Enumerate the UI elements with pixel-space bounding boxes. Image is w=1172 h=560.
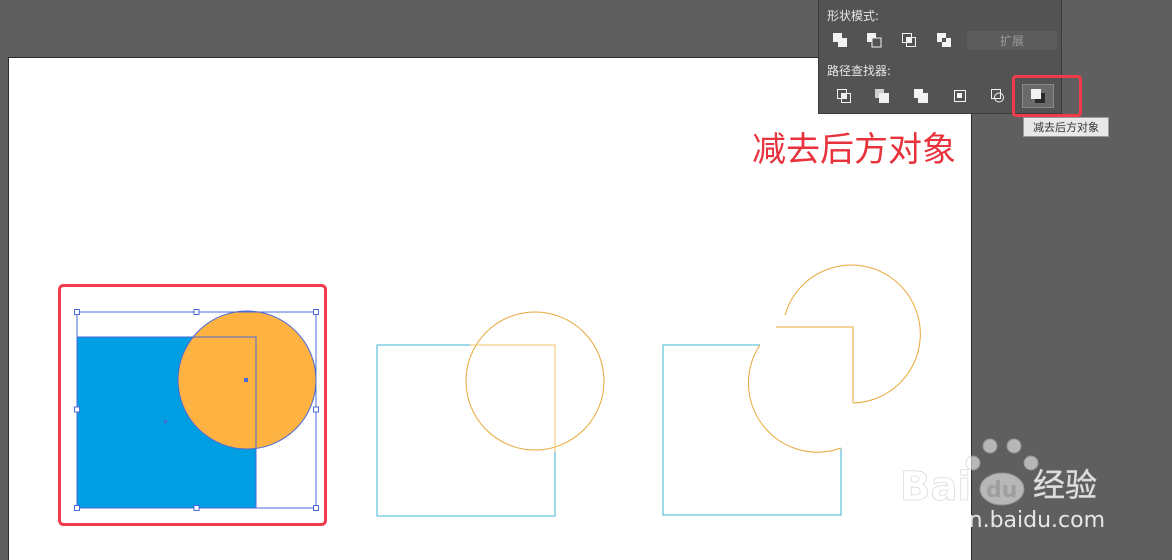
merge-button[interactable] <box>908 85 934 107</box>
annotation-caption: 减去后方对象 <box>752 130 956 170</box>
square-center-point <box>164 420 167 423</box>
unite-icon <box>833 33 847 47</box>
circle-center-point <box>244 378 248 382</box>
button-tooltip: 减去后方对象 <box>1023 117 1109 137</box>
crop-icon <box>954 90 966 102</box>
pathfinders-label: 路径查找器: <box>827 64 892 78</box>
minus-front-icon <box>867 33 882 48</box>
crop-button[interactable] <box>947 85 973 107</box>
watermark-brand-cn: 经验 <box>1033 466 1097 504</box>
outline-icon <box>991 89 1004 103</box>
watermark-url: jingyan.baidu.com <box>901 508 1105 533</box>
divide-button[interactable] <box>831 85 857 107</box>
unite-button[interactable] <box>827 29 853 51</box>
watermark-brand-du: du <box>986 478 1017 503</box>
divide-icon <box>837 89 851 103</box>
minus-front-button[interactable] <box>861 29 887 51</box>
outline-button[interactable] <box>985 85 1011 107</box>
overlap-outline-example <box>376 311 605 517</box>
intersect-icon <box>902 33 916 47</box>
intersect-button[interactable] <box>896 29 922 51</box>
exclude-button[interactable] <box>931 29 957 51</box>
trim-button[interactable] <box>869 85 895 107</box>
selected-shape-group[interactable] <box>74 309 319 511</box>
shape-modes-label: 形状模式: <box>827 9 880 23</box>
exclude-icon <box>937 33 951 47</box>
merge-icon <box>914 89 928 103</box>
watermark-brand-bai: Bai <box>900 464 971 510</box>
separated-outline-example <box>662 264 921 516</box>
trim-icon <box>875 89 889 103</box>
highlight-minus-back <box>1012 75 1082 117</box>
expand-button[interactable]: 扩展 <box>967 31 1057 50</box>
